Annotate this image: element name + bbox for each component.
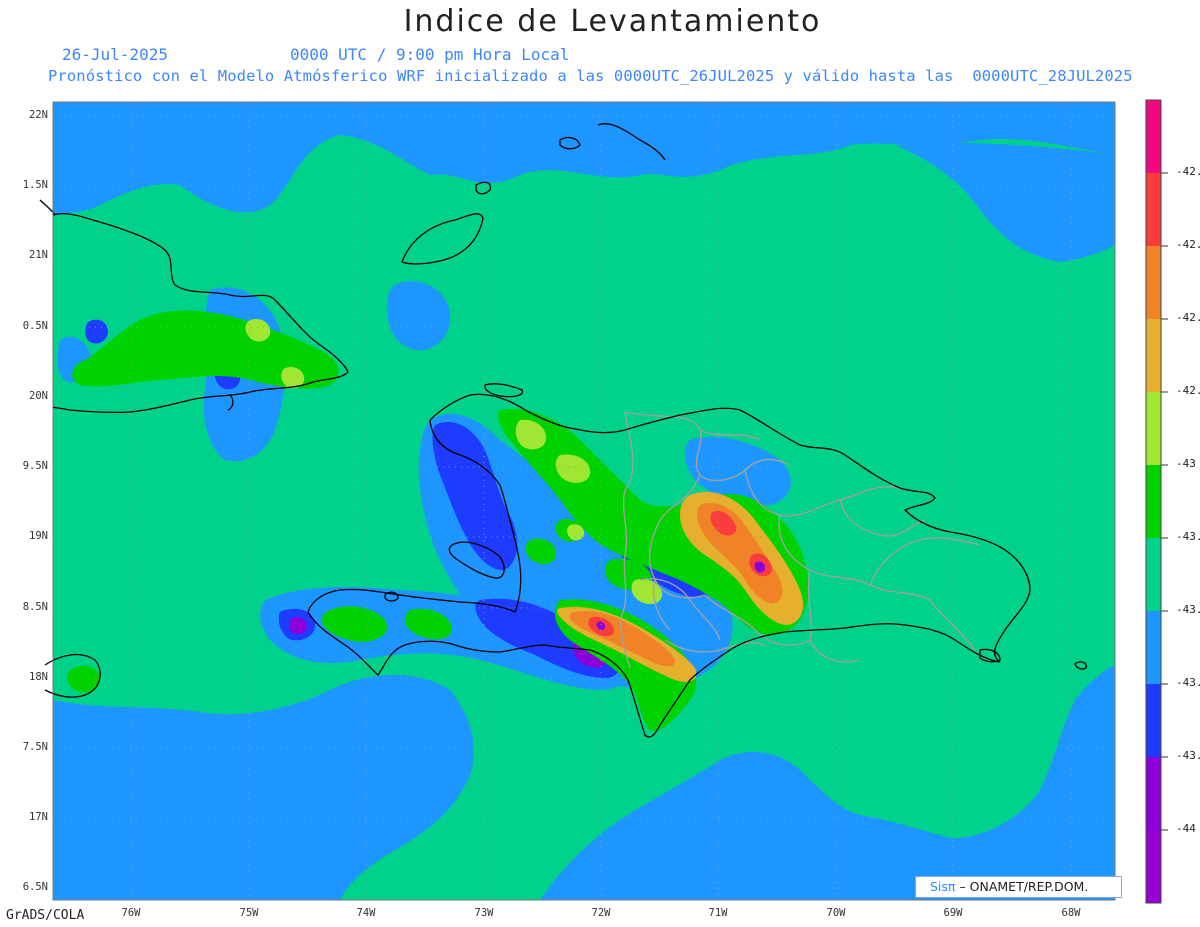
y-tick-label: 1.5N: [22, 179, 48, 191]
colorbar-swatch: [1146, 246, 1161, 319]
x-tick-label: 74W: [356, 907, 376, 919]
colorbar: [1145, 99, 1168, 904]
y-tick-label: 17N: [29, 811, 48, 823]
x-tick-label: 75W: [239, 907, 259, 919]
colorbar-label: -42.4: [1176, 238, 1200, 251]
x-tick-label: 68W: [1061, 907, 1081, 919]
x-tick-label: 69W: [943, 907, 963, 919]
y-tick-label: 19N: [29, 530, 48, 542]
colorbar-swatch: [1146, 392, 1161, 465]
y-tick-label: 8.5N: [22, 601, 48, 613]
colorbar-label: -44: [1176, 822, 1196, 835]
colorbar-label: -43: [1176, 457, 1196, 470]
x-tick-label: 70W: [826, 907, 846, 919]
colorbar-swatch: [1146, 173, 1161, 246]
y-tick-label: 18N: [29, 671, 48, 683]
colorbar-swatch: [1146, 538, 1161, 611]
colorbar-label: -42.6: [1176, 311, 1200, 324]
colorbar-label: -42.2: [1176, 165, 1200, 178]
y-tick-label: 21N: [29, 249, 48, 261]
y-tick-label: 20N: [29, 390, 48, 402]
colorbar-swatch: [1146, 465, 1161, 538]
onamet-credit-box: Sisπ – ONAMET/REP.DOM.: [915, 876, 1122, 898]
y-tick-label: 9.5N: [22, 460, 48, 472]
colorbar-swatch: [1146, 830, 1161, 903]
colorbar-swatch: [1146, 684, 1161, 757]
colorbar-label: -43.8: [1176, 749, 1200, 762]
colorbar-swatch: [1146, 319, 1161, 392]
x-tick-label: 71W: [708, 907, 728, 919]
colorbar-label: -43.4: [1176, 603, 1200, 616]
weather-map-figure: Indice de Levantamiento 26-Jul-2025 0000…: [0, 0, 1200, 927]
y-tick-label: 0.5N: [22, 320, 48, 332]
y-tick-label: 7.5N: [22, 741, 48, 753]
colorbar-swatch: [1146, 100, 1161, 173]
credit-text: – ONAMET/REP.DOM.: [959, 879, 1089, 894]
colorbar-label: -43.6: [1176, 676, 1200, 689]
colorbar-label: -42.8: [1176, 384, 1200, 397]
y-tick-label: 6.5N: [22, 881, 48, 893]
colorbar-swatch: [1146, 757, 1161, 830]
colorbar-label: -43.2: [1176, 530, 1200, 543]
grads-credit: GrADS/COLA: [6, 908, 85, 923]
field-layer: [53, 102, 1115, 900]
x-tick-label: 73W: [474, 907, 494, 919]
x-tick-label: 72W: [591, 907, 611, 919]
sispi-logo: Sisπ: [930, 879, 956, 894]
x-tick-label: 76W: [121, 907, 141, 919]
colorbar-swatch: [1146, 611, 1161, 684]
lifted-index-map: [39, 99, 1168, 904]
y-tick-label: 22N: [29, 109, 48, 121]
